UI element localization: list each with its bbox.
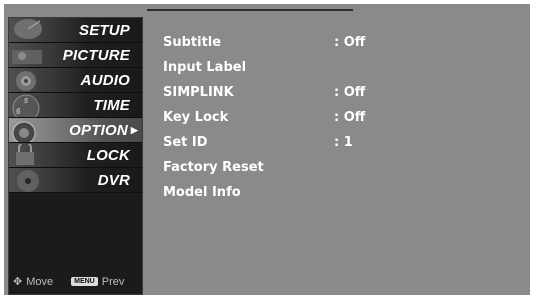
setting-row-set-id[interactable]: Set ID : 1 <box>163 131 353 153</box>
svg-text:5: 5 <box>24 98 28 105</box>
setting-label: Set ID <box>163 134 208 150</box>
setting-label: Input Label <box>163 59 247 75</box>
menu-item-audio[interactable]: AUDIO <box>9 68 142 93</box>
setting-label: Factory Reset <box>163 159 264 175</box>
menu-item-label: PICTURE <box>62 46 130 64</box>
move-hint-label: Move <box>26 275 54 288</box>
satellite-dish-icon <box>14 19 42 39</box>
menu-item-label: AUDIO <box>80 71 130 89</box>
speaker-icon <box>16 71 36 91</box>
setting-label: Model Info <box>163 184 241 200</box>
clock-icon: 65 <box>12 94 40 117</box>
picture-icon <box>12 50 42 64</box>
menu-item-picture[interactable]: PICTURE <box>9 43 142 68</box>
menu-item-time[interactable]: 65 TIME <box>9 93 142 118</box>
menu-item-lock[interactable]: LOCK <box>9 143 142 168</box>
menu-item-label: LOCK <box>86 146 130 164</box>
setting-value: : 1 <box>334 134 353 150</box>
setting-row-input-label[interactable]: Input Label <box>163 56 334 78</box>
menu-item-setup[interactable]: SETUP <box>9 18 142 43</box>
setting-row-simplink[interactable]: SIMPLINK : Off <box>163 81 365 103</box>
top-divider <box>147 9 353 11</box>
option-settings-panel: Subtitle : Off Input Label SIMPLINK : Of… <box>145 17 530 295</box>
setting-row-key-lock[interactable]: Key Lock : Off <box>163 106 365 128</box>
lock-icon <box>16 144 34 165</box>
disc-icon <box>17 170 39 192</box>
setting-row-model-info[interactable]: Model Info <box>163 181 334 203</box>
setting-row-factory-reset[interactable]: Factory Reset <box>163 156 334 178</box>
menu-item-label: SETUP <box>78 21 130 39</box>
menu-item-dvr[interactable]: DVR <box>9 168 142 193</box>
setting-value: : Off <box>334 109 366 125</box>
tv-osd-screen: SETUP PICTURE AUDIO 65 TIME OPTION ▶ LOC… <box>4 4 530 295</box>
navigation-hints: ✥ Move MENU Prev <box>13 275 125 289</box>
menu-item-label: OPTION <box>69 121 128 139</box>
menu-key-icon: MENU <box>71 277 98 286</box>
setting-value: : Off <box>334 84 366 100</box>
setting-value: : Off <box>334 34 366 50</box>
main-menu-sidebar: SETUP PICTURE AUDIO 65 TIME OPTION ▶ LOC… <box>8 17 143 295</box>
menu-item-label: TIME <box>93 96 130 114</box>
setting-label: Subtitle <box>163 34 222 50</box>
move-arrows-icon: ✥ <box>13 276 23 288</box>
setting-row-subtitle[interactable]: Subtitle : Off <box>163 31 365 53</box>
svg-text:6: 6 <box>16 107 21 116</box>
option-knob-icon <box>12 121 36 142</box>
menu-item-option[interactable]: OPTION ▶ <box>9 118 142 143</box>
prev-hint-label: Prev <box>101 275 125 288</box>
menu-item-label: DVR <box>97 171 130 189</box>
setting-label: SIMPLINK <box>163 84 234 100</box>
setting-label: Key Lock <box>163 109 229 125</box>
chevron-right-icon: ▶ <box>130 124 138 135</box>
